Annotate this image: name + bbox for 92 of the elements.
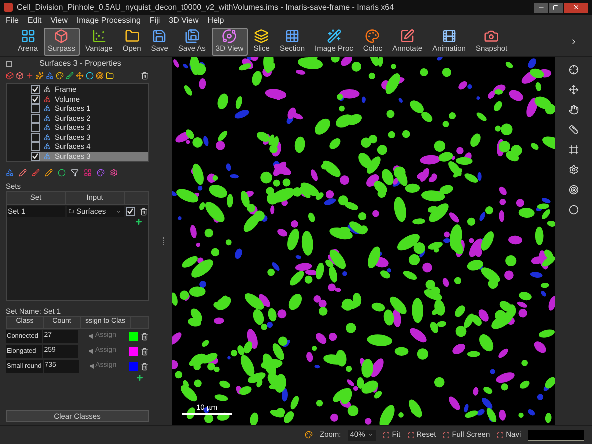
frame-corners-icon xyxy=(443,432,450,438)
view-tool-icon[interactable] xyxy=(568,145,578,155)
frame-corners-icon xyxy=(497,432,504,438)
trash-icon[interactable] xyxy=(140,208,148,216)
checkbox[interactable] xyxy=(31,132,40,142)
film-icon xyxy=(442,28,457,44)
color-wheel-icon[interactable] xyxy=(305,431,313,439)
object-icon xyxy=(44,134,51,141)
orbit-icon xyxy=(222,28,238,44)
object-tool-icon[interactable] xyxy=(76,72,84,80)
wand-icon xyxy=(326,28,342,44)
view-tool-icon[interactable] xyxy=(568,105,578,115)
cube-icon xyxy=(54,28,70,44)
object-tool-icon[interactable] xyxy=(16,72,24,80)
maximize-button[interactable] xyxy=(549,2,563,12)
property-tab-icon[interactable] xyxy=(58,169,66,177)
object-icon xyxy=(44,152,51,160)
checkbox[interactable] xyxy=(31,114,40,123)
checkbox[interactable] xyxy=(31,152,40,161)
menu-item[interactable]: Image Processing xyxy=(76,15,141,27)
object-icon xyxy=(44,143,51,150)
property-tab-icon[interactable] xyxy=(19,169,27,177)
annotate-icon xyxy=(400,28,416,44)
layers-icon xyxy=(254,28,270,44)
minimize-button[interactable] xyxy=(534,2,548,12)
object-icon xyxy=(44,86,51,94)
object-tool-icon[interactable] xyxy=(56,72,64,80)
folder-icon xyxy=(68,209,74,214)
checkbox[interactable] xyxy=(31,142,40,152)
checkbox[interactable] xyxy=(31,104,40,114)
add-icon[interactable] xyxy=(135,218,143,226)
property-tab-icon[interactable] xyxy=(45,169,53,177)
object-icon xyxy=(44,124,51,132)
splitter-handle[interactable] xyxy=(162,237,164,245)
camera-icon xyxy=(484,28,500,44)
menu-item[interactable]: Edit xyxy=(28,15,42,27)
progress-display xyxy=(528,430,584,440)
trash-icon[interactable] xyxy=(141,348,149,356)
speaker-icon xyxy=(90,364,94,369)
trash-icon[interactable] xyxy=(141,72,149,80)
menu-item[interactable]: Help xyxy=(208,15,224,27)
chevron-right-icon[interactable] xyxy=(570,38,578,46)
checkbox[interactable] xyxy=(31,123,40,132)
maximize-icon xyxy=(553,4,559,10)
view-tool-icon[interactable] xyxy=(568,205,578,215)
save-as-icon xyxy=(184,28,200,44)
object-tool-icon[interactable] xyxy=(6,72,14,80)
menu-item[interactable]: View xyxy=(50,15,68,27)
caret-icon xyxy=(368,432,374,438)
undock-icon[interactable] xyxy=(6,60,12,66)
frame-corners-icon xyxy=(408,432,415,438)
checkbox[interactable] xyxy=(126,207,136,216)
view-tool-icon[interactable] xyxy=(568,65,578,75)
menu-item[interactable]: 3D View xyxy=(169,15,199,27)
object-tool-icon[interactable] xyxy=(46,72,54,80)
section-grid-icon xyxy=(285,28,300,44)
menu-item[interactable]: File xyxy=(6,15,19,27)
palette-icon xyxy=(365,28,380,44)
close-icon xyxy=(572,4,580,11)
add-icon[interactable] xyxy=(136,374,144,382)
save-icon xyxy=(152,28,168,44)
folder-icon xyxy=(124,28,140,44)
class-color-swatch[interactable] xyxy=(129,332,138,341)
caret-icon xyxy=(116,208,122,214)
object-tool-icon[interactable] xyxy=(36,72,44,80)
panel-title: Surfaces 3 - Properties xyxy=(38,58,122,70)
object-icon xyxy=(44,96,51,103)
close-button[interactable] xyxy=(564,2,588,12)
grid-icon xyxy=(20,28,36,44)
minimize-icon xyxy=(538,4,544,11)
trash-icon[interactable] xyxy=(141,332,149,340)
speaker-icon xyxy=(89,349,94,354)
object-icon xyxy=(44,105,51,112)
speaker-icon xyxy=(89,334,94,339)
app-icon xyxy=(4,3,13,12)
scale-bar xyxy=(182,413,232,415)
class-color-swatch[interactable] xyxy=(129,347,138,356)
view-tool-icon[interactable] xyxy=(568,185,578,195)
view-tool-icon[interactable] xyxy=(568,85,578,95)
class-color-swatch[interactable] xyxy=(129,362,138,371)
view-tool-icon[interactable] xyxy=(568,125,578,135)
trash-icon[interactable] xyxy=(141,362,149,370)
scatter-plot-icon xyxy=(92,28,107,44)
object-icon xyxy=(44,114,51,122)
view-tool-icon[interactable] xyxy=(568,165,578,175)
checkbox[interactable] xyxy=(31,85,40,94)
menu-item[interactable]: Fiji xyxy=(150,15,160,27)
frame-corners-icon xyxy=(383,432,390,438)
object-tool-icon[interactable] xyxy=(66,72,74,80)
checkbox[interactable] xyxy=(31,94,40,104)
window-title: Cell_Division_Pinhole_0.5AU_nyquist_decon_t0000_v2_withVolumes.ims - Imaris-save-frame - Imaris x64 xyxy=(17,2,396,14)
property-tab-icon[interactable] xyxy=(110,169,118,177)
